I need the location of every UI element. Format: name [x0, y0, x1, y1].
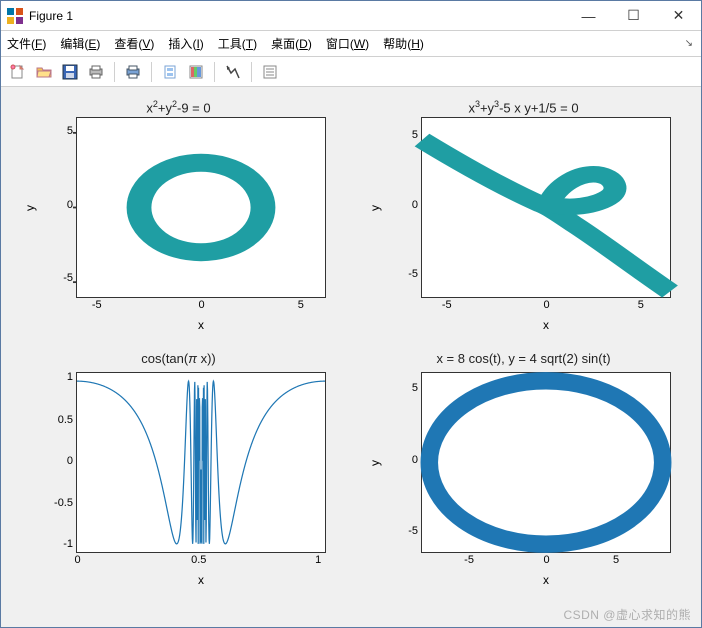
menu-window[interactable]: 窗口(W): [326, 35, 369, 52]
subplot-4-axes[interactable]: 5 0 -5 -5 0 5: [421, 372, 671, 553]
tick-label: -5: [464, 554, 474, 566]
toolbar-separator: [251, 62, 252, 82]
subplot-4: x = 8 cos(t), y = 4 sqrt(2) sin(t) y 5 0…: [366, 352, 681, 597]
tick-label: 0: [544, 554, 550, 566]
subplot-1-axes[interactable]: 5 0 -5 -5 0 5: [76, 117, 326, 298]
maximize-button[interactable]: ☐: [611, 1, 656, 30]
menu-tools[interactable]: 工具(T): [218, 35, 257, 52]
data-cursor-button[interactable]: [259, 61, 281, 83]
subplot-2-title: x3+y3-5 x y+1/5 = 0: [366, 97, 681, 115]
tick-label: 0: [67, 455, 73, 467]
subplot-3-title: cos(tan(π x)): [21, 352, 336, 370]
subplot-2-ylabel: y: [368, 117, 382, 298]
matlab-logo-icon: [7, 8, 23, 24]
subplot-4-xlabel: x: [421, 573, 671, 587]
print-preview-button[interactable]: [122, 61, 144, 83]
tick-label: 1: [315, 554, 321, 566]
tick-label: -5: [408, 525, 418, 537]
subplot-1-title: x2+y2-9 = 0: [21, 97, 336, 115]
subplot-2: x3+y3-5 x y+1/5 = 0 y 5 0 -5: [366, 97, 681, 342]
tick-label: 0: [75, 554, 81, 566]
tick-label: 5: [638, 299, 644, 311]
figure-canvas: x2+y2-9 = 0 y 5 0 -5 -5 0: [1, 87, 701, 627]
window-title: Figure 1: [29, 9, 566, 23]
subplot-2-xlabel: x: [421, 318, 671, 332]
subplot-1-ylabel: y: [23, 117, 37, 298]
print-button[interactable]: [85, 61, 107, 83]
subplot-3-xlabel: x: [76, 573, 326, 587]
menu-view[interactable]: 查看(V): [114, 35, 154, 52]
tick-label: -5: [63, 272, 73, 284]
subplot-3-axes[interactable]: 1 0.5 0 -0.5 -1 0 0.5 1: [76, 372, 326, 553]
menu-desktop[interactable]: 桌面(D): [271, 35, 312, 52]
tick-label: -1: [63, 538, 73, 550]
toolbar-separator: [214, 62, 215, 82]
tick-label: 0.5: [58, 414, 73, 426]
tick-label: -0.5: [54, 497, 73, 509]
minimize-button[interactable]: —: [566, 1, 611, 30]
link-axes-button[interactable]: [159, 61, 181, 83]
subplot-3-ylabel: [23, 372, 37, 553]
tick-label: 5: [298, 299, 304, 311]
tick-label: 0: [412, 199, 418, 211]
tick-label: 0: [67, 199, 73, 211]
subplot-1-xlabel: x: [76, 318, 326, 332]
menu-insert[interactable]: 插入(I): [168, 35, 203, 52]
toolbar-separator: [151, 62, 152, 82]
subplot-4-title: x = 8 cos(t), y = 4 sqrt(2) sin(t): [366, 352, 681, 370]
tick-label: 1: [67, 371, 73, 383]
window-controls: — ☐ ✕: [566, 1, 701, 30]
subplot-3: cos(tan(π x)) 1 0.5 0 -0.5 -1 0 0.5 1: [21, 352, 336, 597]
subplot-2-axes[interactable]: 5 0 -5 -5 0 5: [421, 117, 671, 298]
tick-label: 5: [412, 382, 418, 394]
tick-label: -5: [442, 299, 452, 311]
tick-label: -5: [92, 299, 102, 311]
tick-label: 5: [412, 129, 418, 141]
menu-bar: 文件(F) 编辑(E) 查看(V) 插入(I) 工具(T) 桌面(D) 窗口(W…: [1, 31, 701, 57]
insert-colorbar-button[interactable]: [185, 61, 207, 83]
tick-label: 5: [67, 125, 73, 137]
menu-overflow-icon[interactable]: ↘: [685, 38, 693, 49]
subplot-1: x2+y2-9 = 0 y 5 0 -5 -5 0: [21, 97, 336, 342]
close-button[interactable]: ✕: [656, 1, 701, 30]
tick-label: 0: [412, 454, 418, 466]
title-bar: Figure 1 — ☐ ✕: [1, 1, 701, 31]
save-button[interactable]: [59, 61, 81, 83]
menu-file[interactable]: 文件(F): [7, 35, 46, 52]
open-button[interactable]: [33, 61, 55, 83]
tick-label: 0: [199, 299, 205, 311]
menu-help[interactable]: 帮助(H): [383, 35, 424, 52]
new-figure-button[interactable]: [7, 61, 29, 83]
tick-label: 5: [613, 554, 619, 566]
edit-plot-button[interactable]: [222, 61, 244, 83]
tick-label: 0: [544, 299, 550, 311]
toolbar-separator: [114, 62, 115, 82]
subplot-4-ylabel: y: [368, 372, 382, 553]
tick-label: 0.5: [191, 554, 206, 566]
menu-edit[interactable]: 编辑(E): [60, 35, 100, 52]
watermark: CSDN @虚心求知的熊: [563, 606, 691, 623]
tick-label: -5: [408, 268, 418, 280]
figure-toolbar: [1, 57, 701, 87]
